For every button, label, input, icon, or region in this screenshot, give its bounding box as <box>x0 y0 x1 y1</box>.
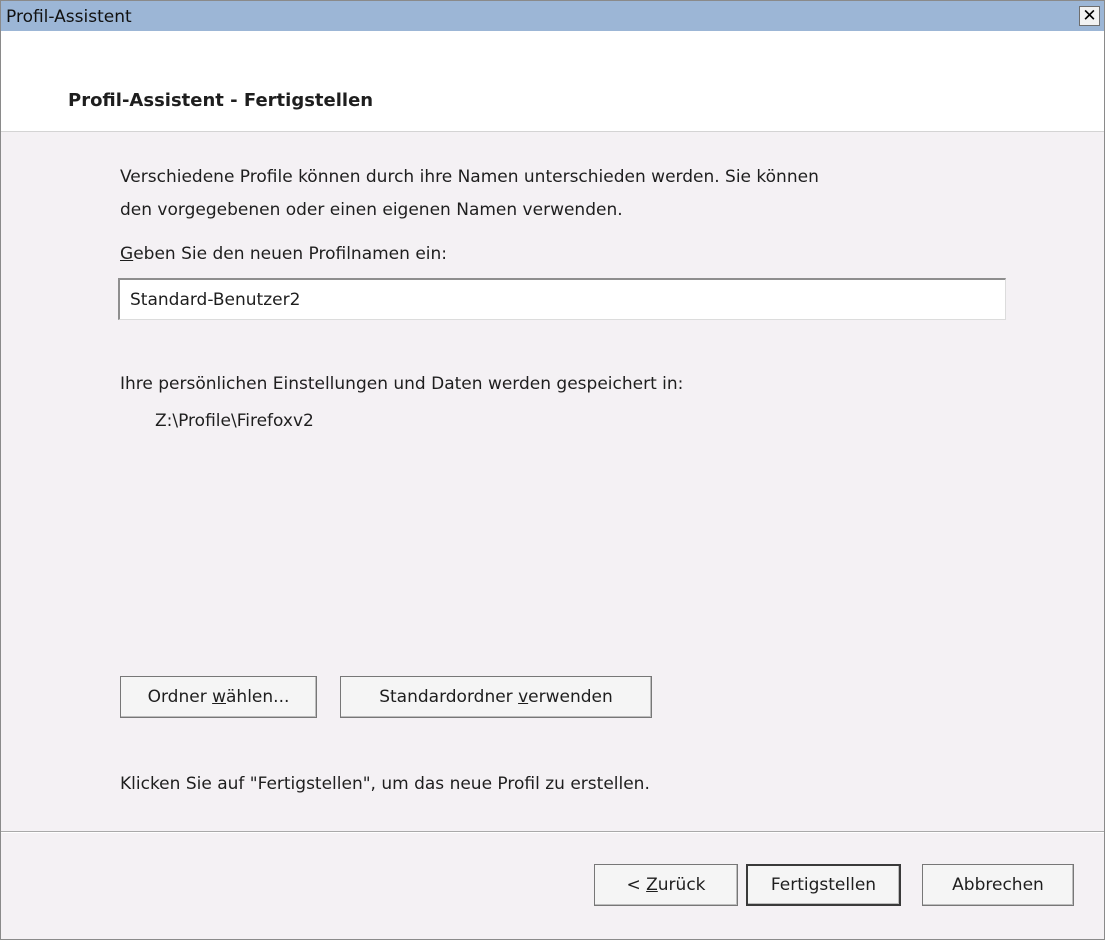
window-title: Profil-Assistent <box>6 7 132 27</box>
label-accelerator: G <box>120 244 134 264</box>
finish-hint: Klicken Sie auf "Fertigstellen", um das … <box>120 774 650 794</box>
close-icon: ✕ <box>1082 6 1097 26</box>
close-button[interactable]: ✕ <box>1079 6 1100 26</box>
footer-separator <box>1 831 1104 833</box>
wizard-header: Profil-Assistent - Fertigstellen <box>1 31 1104 132</box>
profile-name-input[interactable] <box>118 278 1006 320</box>
intro-text-line2: den vorgegebenen oder einen eigenen Name… <box>120 200 623 220</box>
page-title: Profil-Assistent - Fertigstellen <box>68 90 374 111</box>
use-default-folder-button[interactable]: Standardordner verwenden <box>340 676 652 718</box>
intro-text-line1: Verschiedene Profile können durch ihre N… <box>120 167 819 187</box>
profile-name-label: Geben Sie den neuen Profilnamen ein: <box>120 242 447 266</box>
choose-folder-button[interactable]: Ordner wählen... <box>120 676 317 718</box>
storage-location-label: Ihre persönlichen Einstellungen und Date… <box>120 374 684 394</box>
finish-button[interactable]: Fertigstellen <box>746 864 901 906</box>
profile-wizard-window: Profil-Assistent ✕ Profil-Assistent - Fe… <box>0 0 1105 940</box>
label-text: eben Sie den neuen Profilnamen ein: <box>133 244 447 264</box>
cancel-button[interactable]: Abbrechen <box>922 864 1074 906</box>
title-bar: Profil-Assistent ✕ <box>1 1 1104 31</box>
back-button[interactable]: < Zurück <box>594 864 738 906</box>
storage-path: Z:\Profile\Firefoxv2 <box>155 411 314 431</box>
